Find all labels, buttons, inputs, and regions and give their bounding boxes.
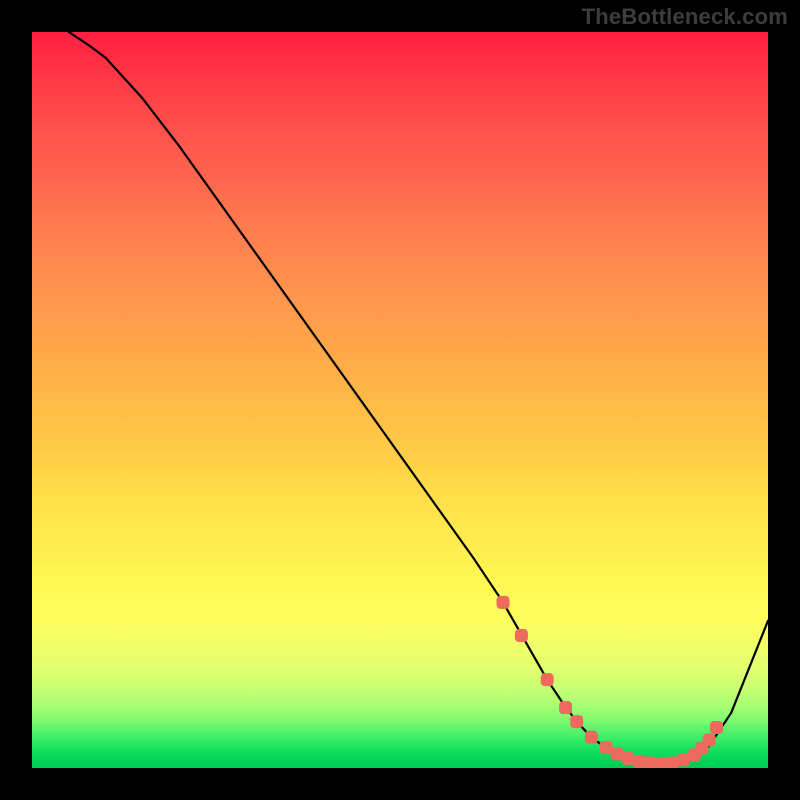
- plot-area: [32, 32, 768, 768]
- curve-marker: [497, 596, 510, 609]
- curve-marker: [559, 701, 572, 714]
- curve-marker: [515, 629, 528, 642]
- watermark-text: TheBottleneck.com: [582, 4, 788, 30]
- curve-marker: [703, 734, 716, 747]
- curve-marker: [710, 721, 723, 734]
- chart-frame: TheBottleneck.com: [0, 0, 800, 800]
- bottleneck-curve: [69, 32, 768, 764]
- curve-marker: [541, 673, 554, 686]
- curve-markers: [497, 596, 723, 768]
- curve-marker: [585, 731, 598, 744]
- plot-svg: [32, 32, 768, 768]
- curve-marker: [570, 715, 583, 728]
